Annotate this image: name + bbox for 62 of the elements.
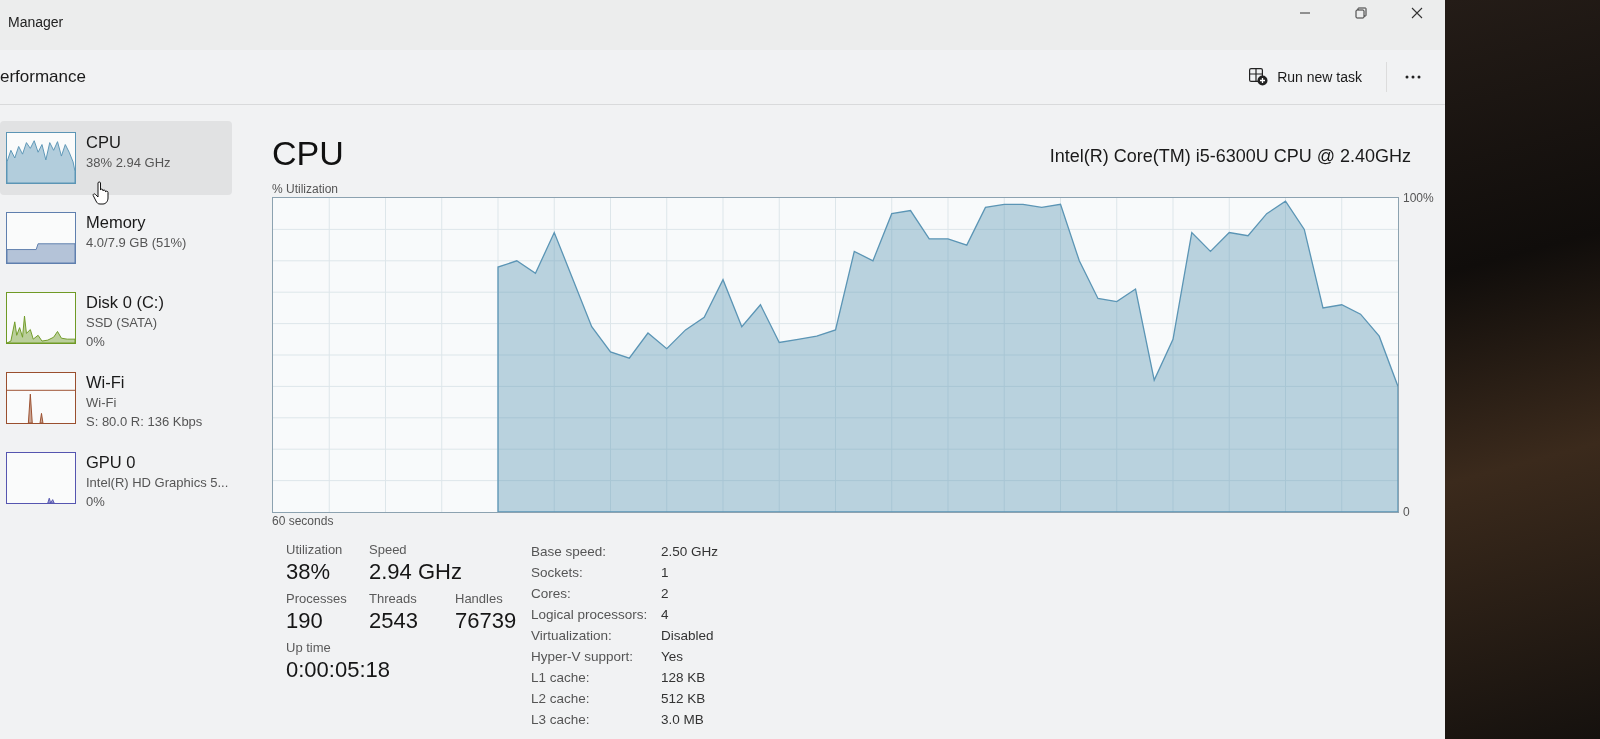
spec-value: 4: [661, 607, 670, 622]
page-title: erformance: [0, 67, 86, 87]
resource-detail: 0%: [86, 493, 106, 511]
spec-label: Logical processors:: [531, 607, 649, 622]
spec-label: Sockets:: [531, 565, 584, 580]
resource-detail: S: 80.0 R: 136 Kbps: [86, 413, 203, 431]
stat-value: 2.94 GHz: [369, 558, 463, 586]
resource-name: Wi-Fi: [86, 372, 126, 393]
sidebar-item[interactable]: Disk 0 (C:) SSD (SATA) 0%: [0, 281, 232, 355]
spec-value: 512 KB: [661, 691, 707, 706]
resource-detail: SSD (SATA): [86, 314, 159, 332]
spec-value: Yes: [661, 649, 685, 664]
stat-value: 76739: [455, 607, 518, 635]
spec-value: 3.0 MB: [661, 712, 705, 727]
resource-name: GPU 0: [86, 452, 137, 473]
axis-title: % Utilization: [272, 181, 339, 197]
spec-label: Hyper-V support:: [531, 649, 635, 664]
stat-label: Up time: [286, 639, 331, 656]
close-icon: [1411, 7, 1423, 19]
stat-label: Utilization: [286, 541, 343, 558]
spec-value: 2.50 GHz: [661, 544, 719, 559]
axis-tick-label: 100%: [1403, 190, 1434, 206]
resource-name: CPU: [86, 132, 122, 153]
resource-detail: 4.0/7.9 GB (51%): [86, 234, 187, 252]
restore-icon: [1355, 7, 1367, 19]
section-title: CPU: [272, 133, 344, 173]
window-title: Manager: [7, 13, 64, 30]
spec-label: Virtualization:: [531, 628, 613, 643]
more-icon: [1405, 75, 1421, 79]
processor-name: Intel(R) Core(TM) i5-6300U CPU @ 2.40GHz: [1049, 146, 1411, 168]
resource-detail: Wi-Fi: [86, 394, 118, 412]
time-span-label: 60 seconds: [272, 513, 334, 529]
stat-label: Processes: [286, 590, 347, 607]
spec-label: Base speed:: [531, 544, 608, 559]
resource-name: Memory: [86, 212, 147, 233]
run-new-task-button[interactable]: Run new task: [1239, 62, 1372, 92]
spec-value: Disabled: [661, 628, 715, 643]
stat-label: Handles: [455, 590, 503, 607]
spec-label: L1 cache:: [531, 670, 591, 685]
resource-detail: 0%: [86, 333, 106, 351]
spec-value: 128 KB: [661, 670, 707, 685]
stat-label: Speed: [369, 541, 407, 558]
resource-name: Disk 0 (C:): [86, 292, 164, 313]
stat-value: 190: [286, 607, 324, 635]
sidebar-item[interactable]: Wi-Fi Wi-Fi S: 80.0 R: 136 Kbps: [0, 361, 232, 435]
spec-label: L2 cache:: [531, 691, 591, 706]
spec-value: 1: [661, 565, 670, 580]
stat-value: 38%: [286, 558, 332, 586]
stat-value: 0:00:05:18: [286, 656, 391, 684]
sidebar-item[interactable]: CPU 38% 2.94 GHz: [0, 121, 232, 195]
hand-cursor-icon: [92, 181, 110, 205]
spec-label: L3 cache:: [531, 712, 591, 727]
resource-detail: Intel(R) HD Graphics 5...: [86, 474, 229, 492]
sidebar-item[interactable]: GPU 0 Intel(R) HD Graphics 5... 0%: [0, 441, 232, 515]
stat-label: Threads: [369, 590, 417, 607]
add-window-icon: [1249, 68, 1269, 86]
sidebar-item[interactable]: Memory 4.0/7.9 GB (51%): [0, 201, 232, 275]
stat-value: 2543: [369, 607, 419, 635]
resource-detail: 38% 2.94 GHz: [86, 154, 171, 172]
axis-tick-label: 0: [1403, 504, 1410, 520]
spec-label: Cores:: [531, 586, 572, 601]
spec-value: 2: [661, 586, 670, 601]
